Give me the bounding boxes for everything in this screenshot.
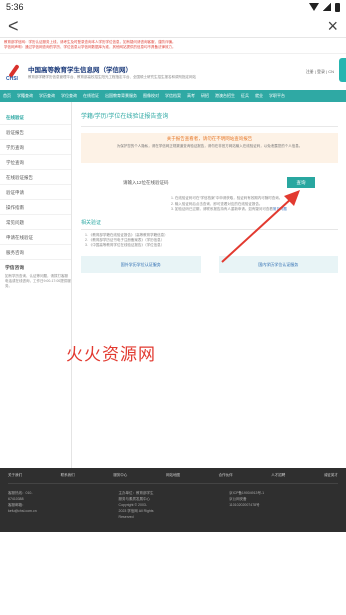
- status-time: 5:36: [6, 2, 24, 12]
- nav-item[interactable]: 学信档案: [165, 93, 181, 99]
- sidebar-item[interactable]: 在线验证: [0, 110, 71, 125]
- query-button[interactable]: 查询: [287, 177, 315, 188]
- nav-item[interactable]: 学历查询: [39, 93, 55, 99]
- related-title: 相关验证: [81, 219, 338, 230]
- page-content: 在线验证 验证报告 学历查询 学位查询 在线验证报告 验证申请 操作指南 常见问…: [0, 102, 346, 468]
- footer-link[interactable]: 合作伙伴: [219, 473, 233, 478]
- domestic-cert-button[interactable]: 国内学历学位认证服务: [218, 255, 338, 273]
- nav-item[interactable]: 首页: [3, 93, 11, 99]
- notice-banner: 教育部学信网：学历认证服务上线，请考生及时登录查询本人学历学位信息，如有疑问请咨…: [0, 38, 346, 54]
- nav-item[interactable]: 研招: [201, 93, 209, 99]
- warning-desc: 为保护您的个人隐私，请在学信网正规渠道查询验证报告，请勿在非官方网站输入在线验证…: [116, 144, 303, 148]
- nav-item[interactable]: 征兵: [241, 93, 249, 99]
- nav-item[interactable]: 港澳台招生: [215, 93, 235, 99]
- footer-text: Copyright © 2003-2023 学信网 All Rights Res…: [118, 503, 154, 519]
- footer-link[interactable]: 网站地图: [166, 473, 180, 478]
- blank-area: [0, 532, 346, 600]
- sidebar-help-text: 如有学历查询、认证等问题，请拨打客服电话或在线咨询，工作日9:00-17:00提…: [5, 274, 71, 288]
- main-panel: 学籍/学历/学位在线验证报告查询 关于报告查看者，请勿在不明网站查询报告 为保护…: [72, 102, 346, 468]
- status-icons: [309, 2, 340, 12]
- site-subtitle: 教育部学籍学历信息管理平台、教育部高校招生阳光工程指定平台、全国硕士研究生招生报…: [28, 75, 196, 79]
- code-form: 请输入12位在线验证码 查询: [81, 177, 338, 188]
- warning-box: 关于报告查看者，请勿在不明网站查询报告 为保护您的个人隐私，请在学信网正规渠道查…: [81, 133, 338, 163]
- help-text: 1. 在线验证码可在“学信档案”中申请获取，验证码有效期内可随时查询。 2. 输…: [81, 196, 338, 213]
- signal-icon: [323, 3, 331, 11]
- footer-link[interactable]: 服务中心: [113, 473, 127, 478]
- sidebar: 在线验证 验证报告 学历查询 学位查询 在线验证报告 验证申请 操作指南 常见问…: [0, 102, 72, 468]
- footer: 关于我们 联系我们 服务中心 网站地图 合作伙伴 人才招聘 诚征英才 客服热线：…: [0, 468, 346, 532]
- nav-item[interactable]: 图像校对: [143, 93, 159, 99]
- footer-text: 京公网安备11010202007478号: [229, 497, 260, 507]
- footer-link[interactable]: 人才招聘: [271, 473, 285, 478]
- nav-item[interactable]: 在线验证: [83, 93, 99, 99]
- page-title: 学籍/学历/学位在线验证报告查询: [81, 111, 338, 127]
- sidebar-item[interactable]: 常见问题: [0, 215, 71, 230]
- main-nav: 首页 学籍查询 学历查询 学位查询 在线验证 出国教育背景服务 图像校对 学信档…: [0, 90, 346, 102]
- nav-item[interactable]: 学职平台: [269, 93, 285, 99]
- footer-nav: 关于我们 联系我们 服务中心 网站地图 合作伙伴 人才招聘 诚征英才: [8, 473, 338, 484]
- service-buttons: 国外学历学位认证服务 国内学历学位认证服务: [81, 255, 338, 273]
- foreign-cert-button[interactable]: 国外学历学位认证服务: [81, 255, 201, 273]
- sidebar-item[interactable]: 学历查询: [0, 140, 71, 155]
- chsi-logo-icon[interactable]: CHSI: [6, 63, 24, 82]
- watermark-text: 火火资源网: [66, 345, 156, 364]
- sidebar-item[interactable]: 服务咨询: [0, 245, 71, 260]
- faq-link[interactable]: 常见问题: [273, 207, 287, 211]
- status-bar: 5:36: [0, 0, 346, 14]
- footer-info: 客服热线：010-67410388 客服邮箱：kefu@chsi.com.cn …: [8, 490, 338, 520]
- side-float-tab[interactable]: [339, 58, 346, 82]
- code-label: 请输入12位在线验证码: [123, 179, 169, 185]
- notice-line: 学信网声明：通过学信网查询的学历、学位信息以学信网数据库为准，其他网站提供的信息…: [4, 45, 176, 49]
- nav-item[interactable]: 高考: [187, 93, 195, 99]
- nav-item[interactable]: 学籍查询: [17, 93, 33, 99]
- help-line: 3. 如验证码已过期，请联系报告持有人重新申请。如有疑问可查看常见问题: [171, 207, 287, 211]
- site-header: CHSI 中国高等教育学生信息网（学信网） 教育部学籍学历信息管理平台、教育部高…: [0, 54, 346, 90]
- login-links[interactable]: 注册 | 登录 | CN: [306, 69, 334, 75]
- footer-text: 主办单位：教育部学生服务与素质发展中心: [118, 491, 154, 501]
- sidebar-help-title: 学信咨询: [5, 266, 25, 271]
- close-icon[interactable]: ×: [327, 17, 338, 35]
- related-item[interactable]: 3. 《中国高等教育学位在线验证报告》（学位信息）: [85, 243, 338, 248]
- footer-text: 客服邮箱：kefu@chsi.com.cn: [8, 503, 37, 513]
- sidebar-item[interactable]: 验证申请: [0, 185, 71, 200]
- footer-link[interactable]: 联系我们: [61, 473, 75, 478]
- nav-item[interactable]: 出国教育背景服务: [105, 93, 137, 99]
- nav-item[interactable]: 就业: [255, 93, 263, 99]
- footer-link[interactable]: 关于我们: [8, 473, 22, 478]
- wifi-icon: [309, 3, 319, 11]
- sidebar-help: 学信咨询 如有学历查询、认证等问题，请拨打客服电话或在线咨询，工作日9:00-1…: [0, 264, 71, 289]
- related-list: 1. 《教育部学籍在线验证报告》（高等教育学籍信息） 2. 《教育部学历证书电子…: [81, 233, 338, 248]
- back-icon[interactable]: <: [8, 17, 19, 35]
- warning-title: 关于报告查看者，请勿在不明网站查询报告: [166, 136, 253, 141]
- app-bar: < ×: [0, 14, 346, 38]
- footer-text: 客服热线：010-67410388: [8, 491, 33, 501]
- sidebar-item[interactable]: 在线验证报告: [0, 170, 71, 185]
- sidebar-item[interactable]: 操作指南: [0, 200, 71, 215]
- nav-item[interactable]: 学位查询: [61, 93, 77, 99]
- sidebar-item[interactable]: 学位查询: [0, 155, 71, 170]
- sidebar-item[interactable]: 验证报告: [0, 125, 71, 140]
- sidebar-item[interactable]: 申请在线验证: [0, 230, 71, 245]
- site-title[interactable]: 中国高等教育学生信息网（学信网）: [28, 64, 196, 74]
- battery-icon: [335, 2, 340, 12]
- footer-link[interactable]: 诚征英才: [324, 473, 338, 478]
